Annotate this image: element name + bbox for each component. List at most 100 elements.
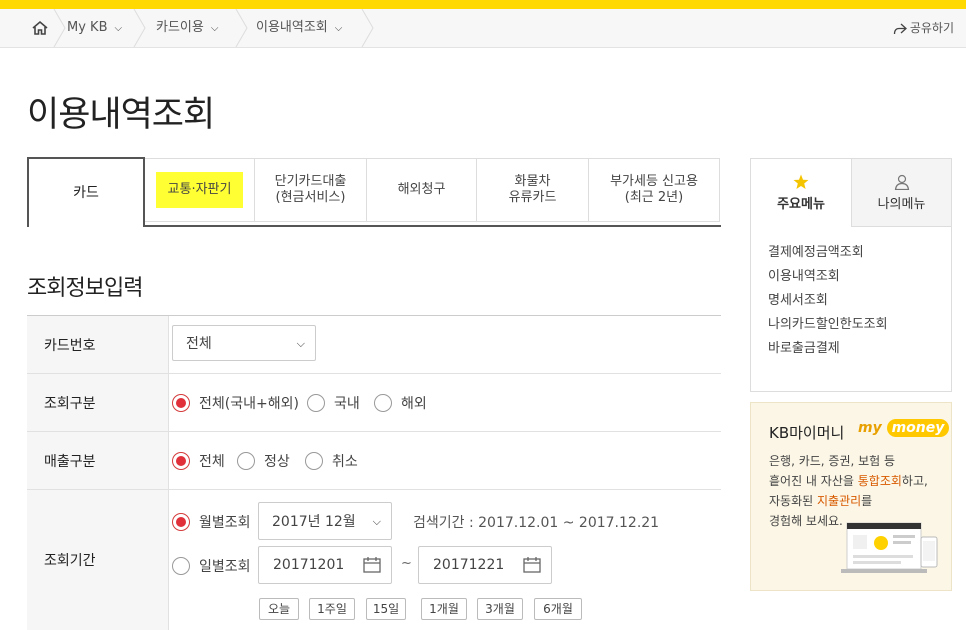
radio-sales-all[interactable]: 전체 xyxy=(172,451,225,471)
radio-label: 취소 xyxy=(332,454,358,470)
date-range-tilde: ~ xyxy=(401,556,412,571)
tab-sublabel: (현금서비스) xyxy=(275,190,346,205)
banner-line: 자동화된 xyxy=(769,494,817,508)
banner-line: 흩어진 내 자산을 xyxy=(769,474,858,488)
chevron-down-icon: ⌵ xyxy=(296,337,305,350)
field-label: 조회구분 xyxy=(27,374,169,431)
tab-sublabel: 유류카드 xyxy=(508,190,557,205)
tab-vat-report[interactable]: 부가세등 신고용 (최근 2년) xyxy=(589,158,720,222)
share-button[interactable]: 공유하기 xyxy=(893,9,954,47)
start-date-input[interactable]: 20171201 xyxy=(258,546,392,584)
banner-description: 은행, 카드, 증권, 보험 등 흩어진 내 자산을 통합조회하고, 자동화된 … xyxy=(769,451,928,531)
form-row-card-number: 카드번호 전체 ⌵ xyxy=(27,316,721,374)
tab-truck-fuel-card[interactable]: 화물차 유류카드 xyxy=(477,158,589,222)
month-select[interactable]: 2017년 12월 ⌵ xyxy=(258,502,392,540)
inquiry-form: 카드번호 전체 ⌵ 조회구분 전체(국내+해외) 국내 해외 매출구분 전체 정… xyxy=(27,315,721,630)
tab-short-term-loan[interactable]: 단기카드대출 (현금서비스) xyxy=(255,158,367,222)
radio-label: 전체 xyxy=(199,454,225,470)
side-menu-item[interactable]: 명세서조회 xyxy=(768,289,888,313)
breadcrumb-item-usage-history[interactable]: 이용내역조회 ⌵ xyxy=(256,9,342,47)
breadcrumb-item-mykb[interactable]: My KB ⌵ xyxy=(67,9,122,47)
share-icon xyxy=(893,23,907,34)
field-label: 카드번호 xyxy=(27,316,169,373)
breadcrumb-item-card-use[interactable]: 카드이용 ⌵ xyxy=(156,9,218,47)
radio-unchecked-icon xyxy=(307,394,325,412)
radio-label: 해외 xyxy=(401,396,427,412)
mymoney-logo: my money xyxy=(858,419,950,437)
end-date-input[interactable]: 20171221 xyxy=(418,546,552,584)
select-value: 전체 xyxy=(186,336,212,352)
radio-inquiry-overseas[interactable]: 해외 xyxy=(374,393,427,413)
banner-line: 은행, 카드, 증권, 보험 등 xyxy=(769,454,896,468)
radio-unchecked-icon xyxy=(374,394,392,412)
section-title: 조회정보입력 xyxy=(27,276,143,301)
radio-inquiry-all[interactable]: 전체(국내+해외) xyxy=(172,393,299,413)
chevron-down-icon: ⌵ xyxy=(114,23,123,34)
breadcrumb-item-label: 이용내역조회 xyxy=(256,20,328,35)
tab-overseas-billing[interactable]: 해외청구 xyxy=(367,158,477,222)
tab-card[interactable]: 카드 xyxy=(27,157,145,227)
breadcrumb-separator xyxy=(53,9,66,47)
radio-checked-icon xyxy=(172,452,190,470)
quick-3months-button[interactable]: 3개월 xyxy=(477,598,523,620)
tab-transit-vending[interactable]: 교통·자판기 xyxy=(145,158,255,222)
side-tab-label: 나의메뉴 xyxy=(877,196,926,212)
radio-unchecked-icon xyxy=(172,557,190,575)
quick-1month-button[interactable]: 1개월 xyxy=(421,598,467,620)
form-row-period: 조회기간 월별조회 2017년 12월 ⌵ 검색기간 : 2017.12.01 … xyxy=(27,490,721,630)
side-menu: 주요메뉴 나의메뉴 결제예정금액조회 이용내역조회 명세서조회 나의카드할인한도… xyxy=(750,158,952,392)
radio-inquiry-domestic[interactable]: 국내 xyxy=(307,393,360,413)
side-menu-item[interactable]: 이용내역조회 xyxy=(768,265,888,289)
quick-today-button[interactable]: 오늘 xyxy=(259,598,299,620)
radio-daily[interactable]: 일별조회 xyxy=(172,556,251,576)
logo-text-money: money xyxy=(886,419,950,437)
quick-6months-button[interactable]: 6개월 xyxy=(534,598,582,620)
radio-label: 일별조회 xyxy=(199,559,251,575)
radio-sales-normal[interactable]: 정상 xyxy=(237,451,290,471)
field-label: 조회기간 xyxy=(27,490,169,630)
calendar-icon[interactable] xyxy=(523,557,541,573)
tab-label-highlighted: 교통·자판기 xyxy=(155,172,244,208)
side-menu-item[interactable]: 나의카드할인한도조회 xyxy=(768,313,888,337)
home-icon[interactable] xyxy=(28,17,52,39)
field-label: 매출구분 xyxy=(27,432,169,489)
side-menu-item[interactable]: 결제예정금액조회 xyxy=(768,241,888,265)
radio-label: 월별조회 xyxy=(199,515,251,531)
select-value: 2017년 12월 xyxy=(272,514,356,530)
banner-line: 하고, xyxy=(901,474,928,488)
banner-emphasis: 통합조회 xyxy=(857,474,902,488)
star-icon xyxy=(793,174,809,189)
breadcrumb-item-label: My KB xyxy=(67,20,108,35)
date-value: 20171221 xyxy=(433,557,505,573)
calendar-icon[interactable] xyxy=(363,557,381,573)
radio-checked-icon xyxy=(172,513,190,531)
chevron-down-icon: ⌵ xyxy=(372,515,381,528)
banner-line: 를 xyxy=(861,494,873,508)
breadcrumb-separator xyxy=(235,9,248,47)
radio-label: 전체(국내+해외) xyxy=(199,396,299,412)
radio-unchecked-icon xyxy=(305,452,323,470)
breadcrumb-item-label: 카드이용 xyxy=(156,20,204,35)
side-tab-label: 주요메뉴 xyxy=(777,197,825,212)
side-menu-list: 결제예정금액조회 이용내역조회 명세서조회 나의카드할인한도조회 바로출금결제 xyxy=(768,241,888,361)
quick-15days-button[interactable]: 15일 xyxy=(366,598,406,620)
tab-my-menu[interactable]: 나의메뉴 xyxy=(851,159,951,227)
radio-sales-cancel[interactable]: 취소 xyxy=(305,451,358,471)
chevron-down-icon: ⌵ xyxy=(210,23,219,34)
tab-sublabel: (최근 2년) xyxy=(624,190,684,205)
radio-checked-icon xyxy=(172,394,190,412)
radio-label: 정상 xyxy=(264,454,290,470)
logo-text-my: my xyxy=(858,420,882,436)
form-row-inquiry-type: 조회구분 전체(국내+해외) 국내 해외 xyxy=(27,374,721,432)
kb-mymoney-banner[interactable]: KB마이머니 my money 은행, 카드, 증권, 보험 등 흩어진 내 자… xyxy=(750,402,952,591)
page-title: 이용내역조회 xyxy=(27,95,215,135)
tab-label: 단기카드대출 xyxy=(274,174,347,189)
side-menu-item[interactable]: 바로출금결제 xyxy=(768,337,888,361)
breadcrumb-separator xyxy=(133,9,146,47)
banner-emphasis: 지출관리 xyxy=(816,494,862,508)
top-accent-bar xyxy=(0,0,966,9)
card-number-select[interactable]: 전체 ⌵ xyxy=(172,325,316,361)
tab-main-menu[interactable]: 주요메뉴 xyxy=(751,159,851,227)
quick-1week-button[interactable]: 1주일 xyxy=(309,598,355,620)
radio-monthly[interactable]: 월별조회 xyxy=(172,512,251,532)
